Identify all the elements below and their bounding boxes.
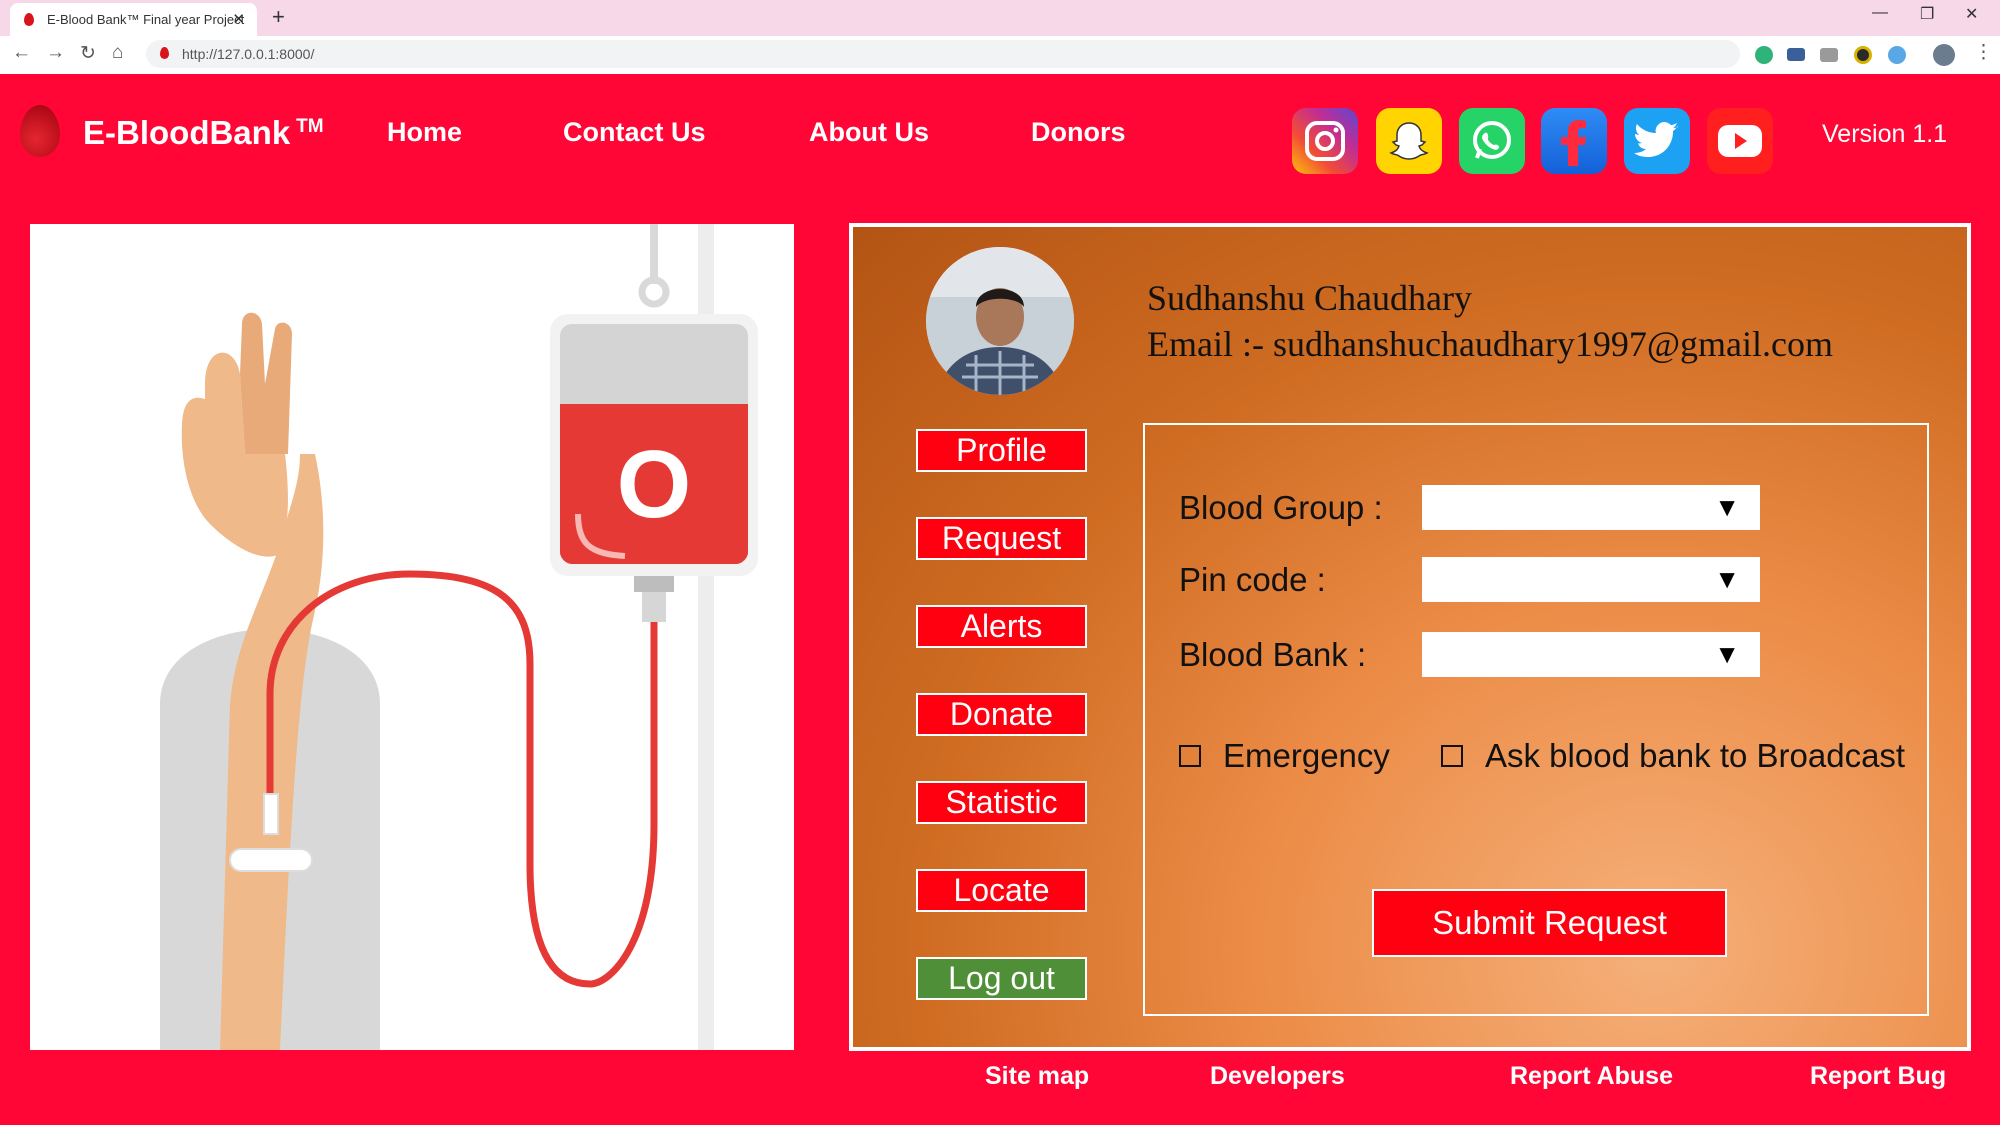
user-email: Email :- sudhanshuchaudhary1997@gmail.co… <box>1147 324 1834 364</box>
trademark: TM <box>296 116 324 137</box>
sidebar-item-donate[interactable]: Donate <box>916 693 1087 736</box>
blood-bank-select[interactable]: ▼ <box>1422 632 1760 677</box>
pincode-label: Pin code : <box>1179 561 1326 598</box>
tab-title: E-Blood Bank™ Final year Project <box>47 12 245 27</box>
checkbox-icon[interactable] <box>1441 745 1463 767</box>
twitter-icon[interactable] <box>1624 108 1690 174</box>
dropdown-arrow-icon: ▼ <box>1714 492 1740 522</box>
sidebar-item-request[interactable]: Request <box>916 517 1087 560</box>
bag-blood-type-label: O <box>617 431 692 538</box>
broadcast-label: Ask blood bank to Broadcast <box>1485 737 1906 774</box>
blood-bank-label: Blood Bank : <box>1179 636 1367 673</box>
address-bar[interactable]: http://127.0.0.1:8000/ <box>146 40 1740 68</box>
restore-icon[interactable]: ❐ <box>1920 4 1934 24</box>
brand-name: E-BloodBank <box>83 114 291 151</box>
reload-icon[interactable]: ↻ <box>80 42 96 65</box>
blood-drop-logo-icon <box>20 105 60 157</box>
browser-tab-bar: E-Blood Bank™ Final year Project ✕ + — ❐… <box>0 0 2000 36</box>
grammarly-extension-icon[interactable] <box>1755 46 1773 64</box>
footer-developers-link[interactable]: Developers <box>1210 1062 1345 1091</box>
pincode-select[interactable]: ▼ <box>1422 557 1760 602</box>
emergency-checkbox[interactable]: Emergency <box>1179 737 1390 775</box>
record-extension-icon[interactable] <box>1854 46 1872 64</box>
profile-avatar-icon[interactable] <box>1933 44 1955 66</box>
footer-site-map-link[interactable]: Site map <box>985 1062 1089 1091</box>
user-name: Sudhanshu Chaudhary <box>1147 278 1472 318</box>
footer-report-abuse-link[interactable]: Report Abuse <box>1510 1062 1673 1091</box>
reader-extension-icon[interactable] <box>1820 48 1838 62</box>
sidebar-item-profile[interactable]: Profile <box>916 429 1087 472</box>
cast-extension-icon[interactable] <box>1787 48 1805 61</box>
footer-report-bug-link[interactable]: Report Bug <box>1810 1062 1946 1091</box>
blood-group-select[interactable]: ▼ <box>1422 485 1760 530</box>
url-text: http://127.0.0.1:8000/ <box>182 46 315 62</box>
whatsapp-icon[interactable] <box>1459 108 1525 174</box>
cloud-extension-icon[interactable] <box>1888 46 1906 64</box>
avatar <box>926 247 1074 395</box>
browser-toolbar: ← → ↻ ⌂ http://127.0.0.1:8000/ ⋮ <box>0 36 2000 75</box>
nav-donors[interactable]: Donors <box>1031 117 1126 148</box>
checkbox-icon[interactable] <box>1179 745 1201 767</box>
logout-button[interactable]: Log out <box>916 957 1087 1000</box>
sidebar-item-statistic[interactable]: Statistic <box>916 781 1087 824</box>
sidebar-item-locate[interactable]: Locate <box>916 869 1087 912</box>
back-icon[interactable]: ← <box>12 42 31 64</box>
snapchat-icon[interactable] <box>1376 108 1442 174</box>
nav-home[interactable]: Home <box>387 117 462 148</box>
emergency-label: Emergency <box>1223 737 1390 774</box>
nav-about-us[interactable]: About Us <box>809 117 929 148</box>
blood-group-label: Blood Group : <box>1179 489 1383 526</box>
request-panel: Sudhanshu Chaudhary Email :- sudhanshuch… <box>849 223 1971 1051</box>
blood-request-form: Blood Group : ▼ Pin code : ▼ Blood Bank … <box>1143 423 1929 1016</box>
blood-drop-favicon-icon <box>24 13 34 26</box>
submit-request-button[interactable]: Submit Request <box>1372 889 1727 957</box>
youtube-icon[interactable] <box>1707 108 1773 174</box>
site-info-icon[interactable] <box>160 47 169 59</box>
sidebar-item-alerts[interactable]: Alerts <box>916 605 1087 648</box>
close-tab-icon[interactable]: ✕ <box>232 10 245 28</box>
new-tab-icon[interactable]: + <box>272 4 285 30</box>
browser-tab[interactable]: E-Blood Bank™ Final year Project ✕ <box>10 3 257 36</box>
blood-transfusion-illustration: O <box>30 224 794 1050</box>
dropdown-arrow-icon: ▼ <box>1714 639 1740 669</box>
minimize-icon[interactable]: — <box>1872 4 1888 22</box>
page-body: E-BloodBank TM Home Contact Us About Us D… <box>0 74 2000 1125</box>
instagram-icon[interactable] <box>1292 108 1358 174</box>
forward-icon[interactable]: → <box>46 42 65 64</box>
window-close-icon[interactable]: ✕ <box>1965 4 1978 24</box>
nav-contact-us[interactable]: Contact Us <box>563 117 706 148</box>
facebook-icon[interactable] <box>1541 108 1607 174</box>
version-label: Version 1.1 <box>1822 120 1948 148</box>
home-icon[interactable]: ⌂ <box>112 42 123 64</box>
broadcast-checkbox[interactable]: Ask blood bank to Broadcast <box>1441 737 1905 775</box>
menu-kebab-icon[interactable]: ⋮ <box>1974 41 1993 64</box>
dropdown-arrow-icon: ▼ <box>1714 564 1740 594</box>
brand-title[interactable]: E-BloodBank TM <box>83 114 324 152</box>
